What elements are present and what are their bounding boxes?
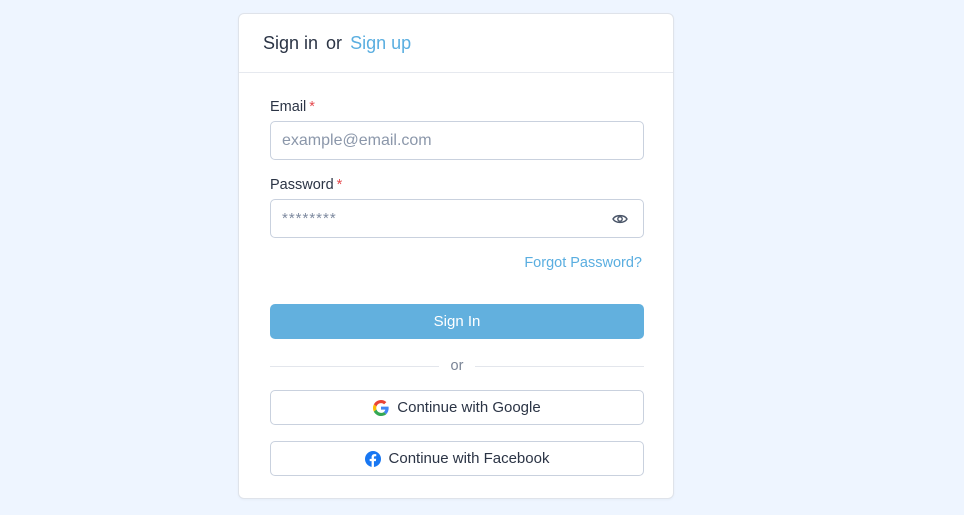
divider-line-right xyxy=(475,365,644,367)
password-mask: ******** xyxy=(282,210,337,227)
password-label-text: Password xyxy=(270,177,334,193)
google-logo-icon xyxy=(373,399,389,416)
forgot-password-link[interactable]: Forgot Password? xyxy=(524,255,642,271)
divider-line-left xyxy=(270,365,439,367)
auth-mode-header: Sign in or Sign up xyxy=(239,14,673,73)
email-label-text: Email xyxy=(270,99,307,115)
password-label: Password * xyxy=(270,177,342,193)
email-label: Email * xyxy=(270,99,315,115)
continue-with-facebook-button[interactable]: Continue with Facebook xyxy=(270,441,644,476)
continue-with-google-button[interactable]: Continue with Google xyxy=(270,390,644,425)
sign-up-link[interactable]: Sign up xyxy=(350,33,411,54)
sign-in-tab[interactable]: Sign in xyxy=(263,33,318,54)
email-placeholder: example@email.com xyxy=(282,131,432,149)
facebook-logo-icon xyxy=(364,450,381,467)
facebook-button-label: Continue with Facebook xyxy=(388,450,550,467)
password-required-mark: * xyxy=(336,177,343,193)
sign-in-card: Sign in or Sign up Email * example@email.… xyxy=(238,13,674,499)
sign-in-button[interactable]: Sign In xyxy=(270,304,644,339)
divider-text: or xyxy=(450,358,464,374)
email-required-mark: * xyxy=(309,99,315,115)
google-button-label: Continue with Google xyxy=(397,399,541,416)
header-or-text: or xyxy=(326,32,343,53)
or-divider: or xyxy=(270,356,644,376)
password-input[interactable]: ******** xyxy=(270,199,644,238)
email-input[interactable]: example@email.com xyxy=(270,121,644,160)
eye-icon[interactable] xyxy=(612,212,628,226)
